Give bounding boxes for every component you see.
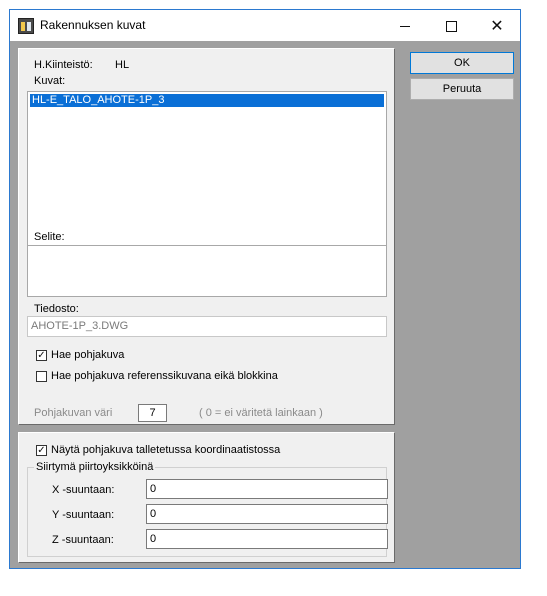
- main-panel: H.Kiinteistö: HL Kuvat: HL-E_TALO_AHOTE-…: [18, 48, 395, 425]
- fetch-floorplan-checkbox[interactable]: ✓: [36, 350, 47, 361]
- color-label: Pohjakuvan väri: [34, 407, 113, 419]
- list-item[interactable]: HL-E_TALO_AHOTE-1P_3: [30, 94, 384, 107]
- description-field[interactable]: [27, 245, 387, 297]
- x-label: X -suuntaan:: [52, 484, 115, 496]
- file-label: Tiedosto:: [34, 303, 79, 315]
- fetch-floorplan-label: Hae pohjakuva: [51, 349, 125, 361]
- color-hint: ( 0 = ei väritetä lainkaan ): [199, 407, 323, 419]
- close-button[interactable]: ✕: [474, 10, 520, 41]
- close-icon: ✕: [490, 16, 504, 35]
- images-label: Kuvat:: [34, 75, 66, 87]
- minimize-icon: [400, 26, 410, 27]
- color-field[interactable]: 7: [138, 404, 167, 422]
- offset-groupbox: Siirtymä piirtoyksikköinä X -suuntaan: 0…: [27, 461, 388, 557]
- cancel-button[interactable]: Peruuta: [410, 78, 514, 100]
- show-in-saved-checkbox[interactable]: ✓: [36, 445, 47, 456]
- coordinates-panel: ✓ Näytä pohjakuva talletetussa koordinaa…: [18, 432, 395, 563]
- fetch-as-reference-label: Hae pohjakuva referenssikuvana eikä blok…: [51, 370, 278, 382]
- ok-button[interactable]: OK: [410, 52, 514, 74]
- x-offset-field[interactable]: 0: [146, 479, 388, 499]
- images-listbox[interactable]: HL-E_TALO_AHOTE-1P_3: [27, 91, 387, 264]
- description-label: Selite:: [34, 231, 65, 243]
- property-value: HL: [115, 59, 130, 71]
- offset-group-label: Siirtymä piirtoyksikköinä: [34, 461, 156, 473]
- dialog-window: Rakennuksen kuvat ✕ H.Kiinteistö: HL Kuv…: [9, 9, 521, 569]
- window-title: Rakennuksen kuvat: [40, 18, 146, 32]
- property-label: H.Kiinteistö:: [34, 59, 93, 71]
- y-label: Y -suuntaan:: [52, 509, 115, 521]
- file-field[interactable]: AHOTE-1P_3.DWG: [27, 316, 387, 337]
- show-in-saved-label: Näytä pohjakuva talletetussa koordinaati…: [51, 444, 281, 456]
- app-icon: [18, 18, 34, 34]
- minimize-button[interactable]: [382, 10, 428, 41]
- fetch-as-reference-checkbox[interactable]: [36, 371, 47, 382]
- y-offset-field[interactable]: 0: [146, 504, 388, 524]
- z-label: Z -suuntaan:: [52, 534, 114, 546]
- z-offset-field[interactable]: 0: [146, 529, 388, 549]
- maximize-icon: [445, 21, 457, 32]
- maximize-button[interactable]: [428, 10, 474, 41]
- title-bar[interactable]: Rakennuksen kuvat ✕: [10, 10, 520, 41]
